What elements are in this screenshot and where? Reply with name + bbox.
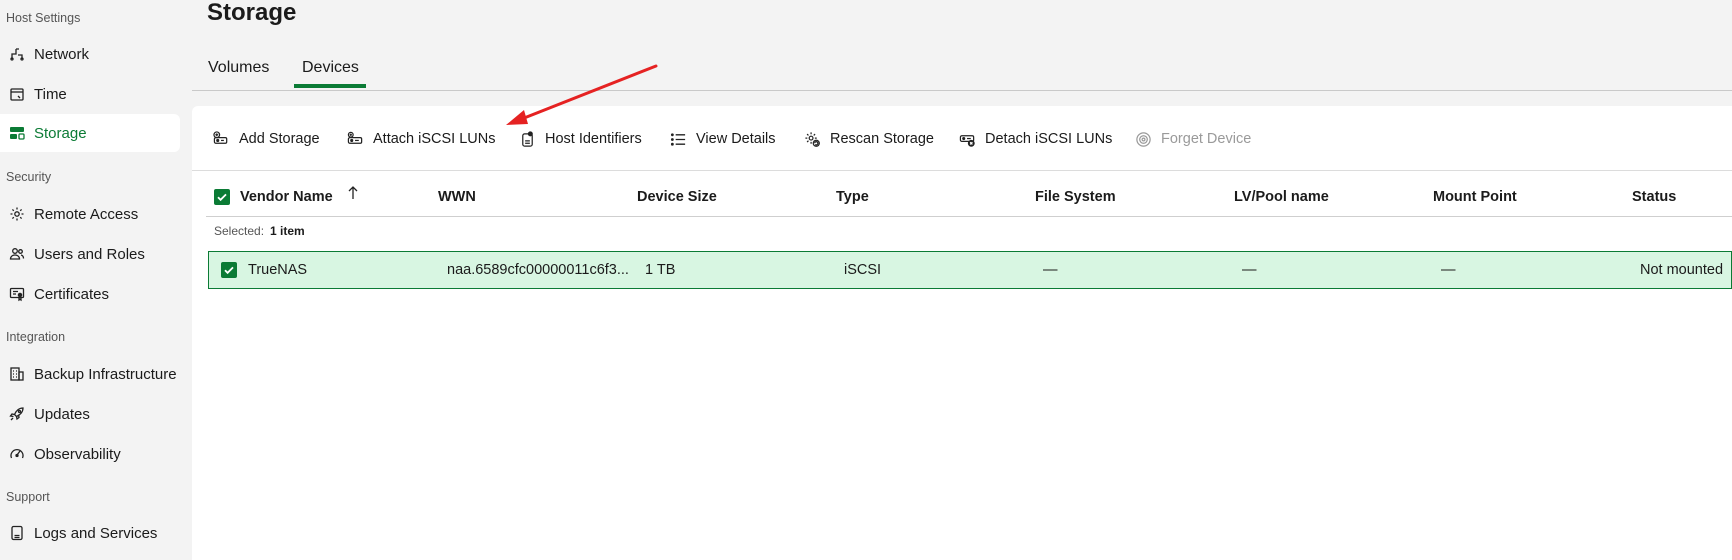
detach-lun-icon — [958, 130, 976, 148]
attach-iscsi-luns-button[interactable]: Attach iSCSI LUNs — [346, 126, 496, 152]
check-icon — [217, 193, 227, 202]
column-header-status[interactable]: Status — [1632, 178, 1676, 216]
check-icon — [224, 266, 234, 275]
cell-device-size: 1 TB — [645, 262, 676, 278]
add-storage-label: Add Storage — [239, 131, 320, 147]
column-header-mount-point[interactable]: Mount Point — [1433, 178, 1517, 216]
column-header-file-system[interactable]: File System — [1035, 178, 1116, 216]
sidebar-item-label: Backup Infrastructure — [34, 365, 177, 383]
detach-iscsi-luns-label: Detach iSCSI LUNs — [985, 131, 1113, 147]
rescan-gear-icon — [803, 130, 821, 148]
cell-mount-point: — — [1441, 262, 1456, 278]
calendar-icon — [8, 85, 26, 103]
row-checkbox[interactable] — [221, 262, 237, 278]
sidebar-item-updates[interactable]: Updates — [0, 395, 180, 433]
building-icon — [8, 365, 26, 383]
view-details-button[interactable]: View Details — [669, 126, 776, 152]
sidebar-item-storage[interactable]: Storage — [0, 114, 180, 152]
sidebar-item-label: Certificates — [34, 285, 110, 303]
users-icon — [8, 245, 26, 263]
sidebar-item-certificates[interactable]: Certificates — [0, 275, 180, 313]
sidebar-item-label: Observability — [34, 445, 121, 463]
add-storage-button[interactable]: Add Storage — [212, 126, 320, 152]
sidebar-item-label: Updates — [34, 405, 90, 423]
cell-lv-pool-name: — — [1242, 262, 1257, 278]
sidebar-item-label: Logs and Services — [34, 524, 158, 542]
sidebar: Host Settings Network Time Storage Secur… — [0, 0, 192, 560]
forget-device-label: Forget Device — [1161, 131, 1252, 147]
cell-status: Not mounted — [1640, 262, 1724, 278]
selection-summary: Selected: 1 item — [214, 224, 305, 238]
cell-wwn: naa.6589cfc00000011c6f3... — [447, 262, 629, 278]
document-icon — [8, 524, 26, 542]
forget-device-button[interactable]: Forget Device — [1134, 126, 1251, 152]
main-content: Storage Volumes Devices Add Storage Atta… — [192, 0, 1732, 560]
gauge-icon — [8, 445, 26, 463]
sidebar-item-label: Remote Access — [34, 205, 139, 223]
sidebar-item-label: Storage — [34, 124, 87, 142]
list-icon — [669, 130, 687, 148]
host-identifiers-label: Host Identifiers — [545, 131, 642, 147]
host-identifier-icon — [518, 130, 536, 148]
sidebar-item-backup-infrastructure[interactable]: Backup Infrastructure — [0, 355, 180, 393]
column-header-device-size[interactable]: Device Size — [637, 178, 717, 216]
view-details-label: View Details — [696, 131, 776, 147]
sidebar-item-users-and-roles[interactable]: Users and Roles — [0, 235, 180, 273]
tab-bar: Volumes Devices — [192, 52, 1732, 91]
rescan-storage-button[interactable]: Rescan Storage — [803, 126, 934, 152]
sidebar-section-host-settings: Host Settings — [6, 11, 81, 25]
cell-vendor-name: TrueNAS — [248, 262, 308, 278]
rescan-storage-label: Rescan Storage — [830, 131, 934, 147]
column-header-vendor-name[interactable]: Vendor Name — [240, 178, 359, 216]
sidebar-item-time[interactable]: Time — [0, 75, 180, 113]
cell-type: iSCSI — [844, 262, 882, 278]
network-icon — [8, 45, 26, 63]
table-header: Vendor Name WWN Device Size Type File Sy… — [206, 178, 1732, 217]
storage-icon — [8, 124, 26, 142]
attach-lun-icon — [346, 130, 364, 148]
table-row[interactable]: TrueNAS naa.6589cfc00000011c6f3... 1 TB … — [208, 251, 1732, 289]
sidebar-item-label: Time — [34, 85, 67, 103]
certificate-icon — [8, 285, 26, 303]
devices-panel: Add Storage Attach iSCSI LUNs Host Ident… — [192, 106, 1732, 560]
sidebar-item-observability[interactable]: Observability — [0, 435, 180, 473]
sidebar-section-integration: Integration — [6, 330, 66, 344]
column-header-type[interactable]: Type — [836, 178, 869, 216]
page-title: Storage — [207, 0, 297, 26]
column-header-wwn[interactable]: WWN — [438, 178, 476, 216]
sidebar-item-logs-and-services[interactable]: Logs and Services — [0, 514, 180, 552]
column-header-lv-pool-name[interactable]: LV/Pool name — [1234, 178, 1329, 216]
forget-device-icon — [1134, 130, 1152, 148]
sort-ascending-icon — [347, 178, 359, 216]
select-all-checkbox[interactable] — [214, 189, 230, 205]
detach-iscsi-luns-button[interactable]: Detach iSCSI LUNs — [958, 126, 1112, 152]
host-identifiers-button[interactable]: Host Identifiers — [518, 126, 642, 152]
sidebar-item-label: Users and Roles — [34, 245, 145, 263]
gear-icon — [8, 205, 26, 223]
sidebar-item-network[interactable]: Network — [0, 35, 180, 73]
sidebar-item-remote-access[interactable]: Remote Access — [0, 195, 180, 233]
cell-file-system: — — [1043, 262, 1058, 278]
sidebar-section-support: Support — [6, 490, 50, 504]
tab-volumes[interactable]: Volumes — [200, 52, 277, 88]
tab-devices[interactable]: Devices — [294, 52, 366, 88]
sidebar-section-security: Security — [6, 170, 52, 184]
rocket-icon — [8, 405, 26, 423]
toolbar: Add Storage Attach iSCSI LUNs Host Ident… — [192, 106, 1732, 171]
add-storage-icon — [212, 130, 230, 148]
sidebar-item-label: Network — [34, 45, 90, 63]
attach-iscsi-luns-label: Attach iSCSI LUNs — [373, 131, 496, 147]
